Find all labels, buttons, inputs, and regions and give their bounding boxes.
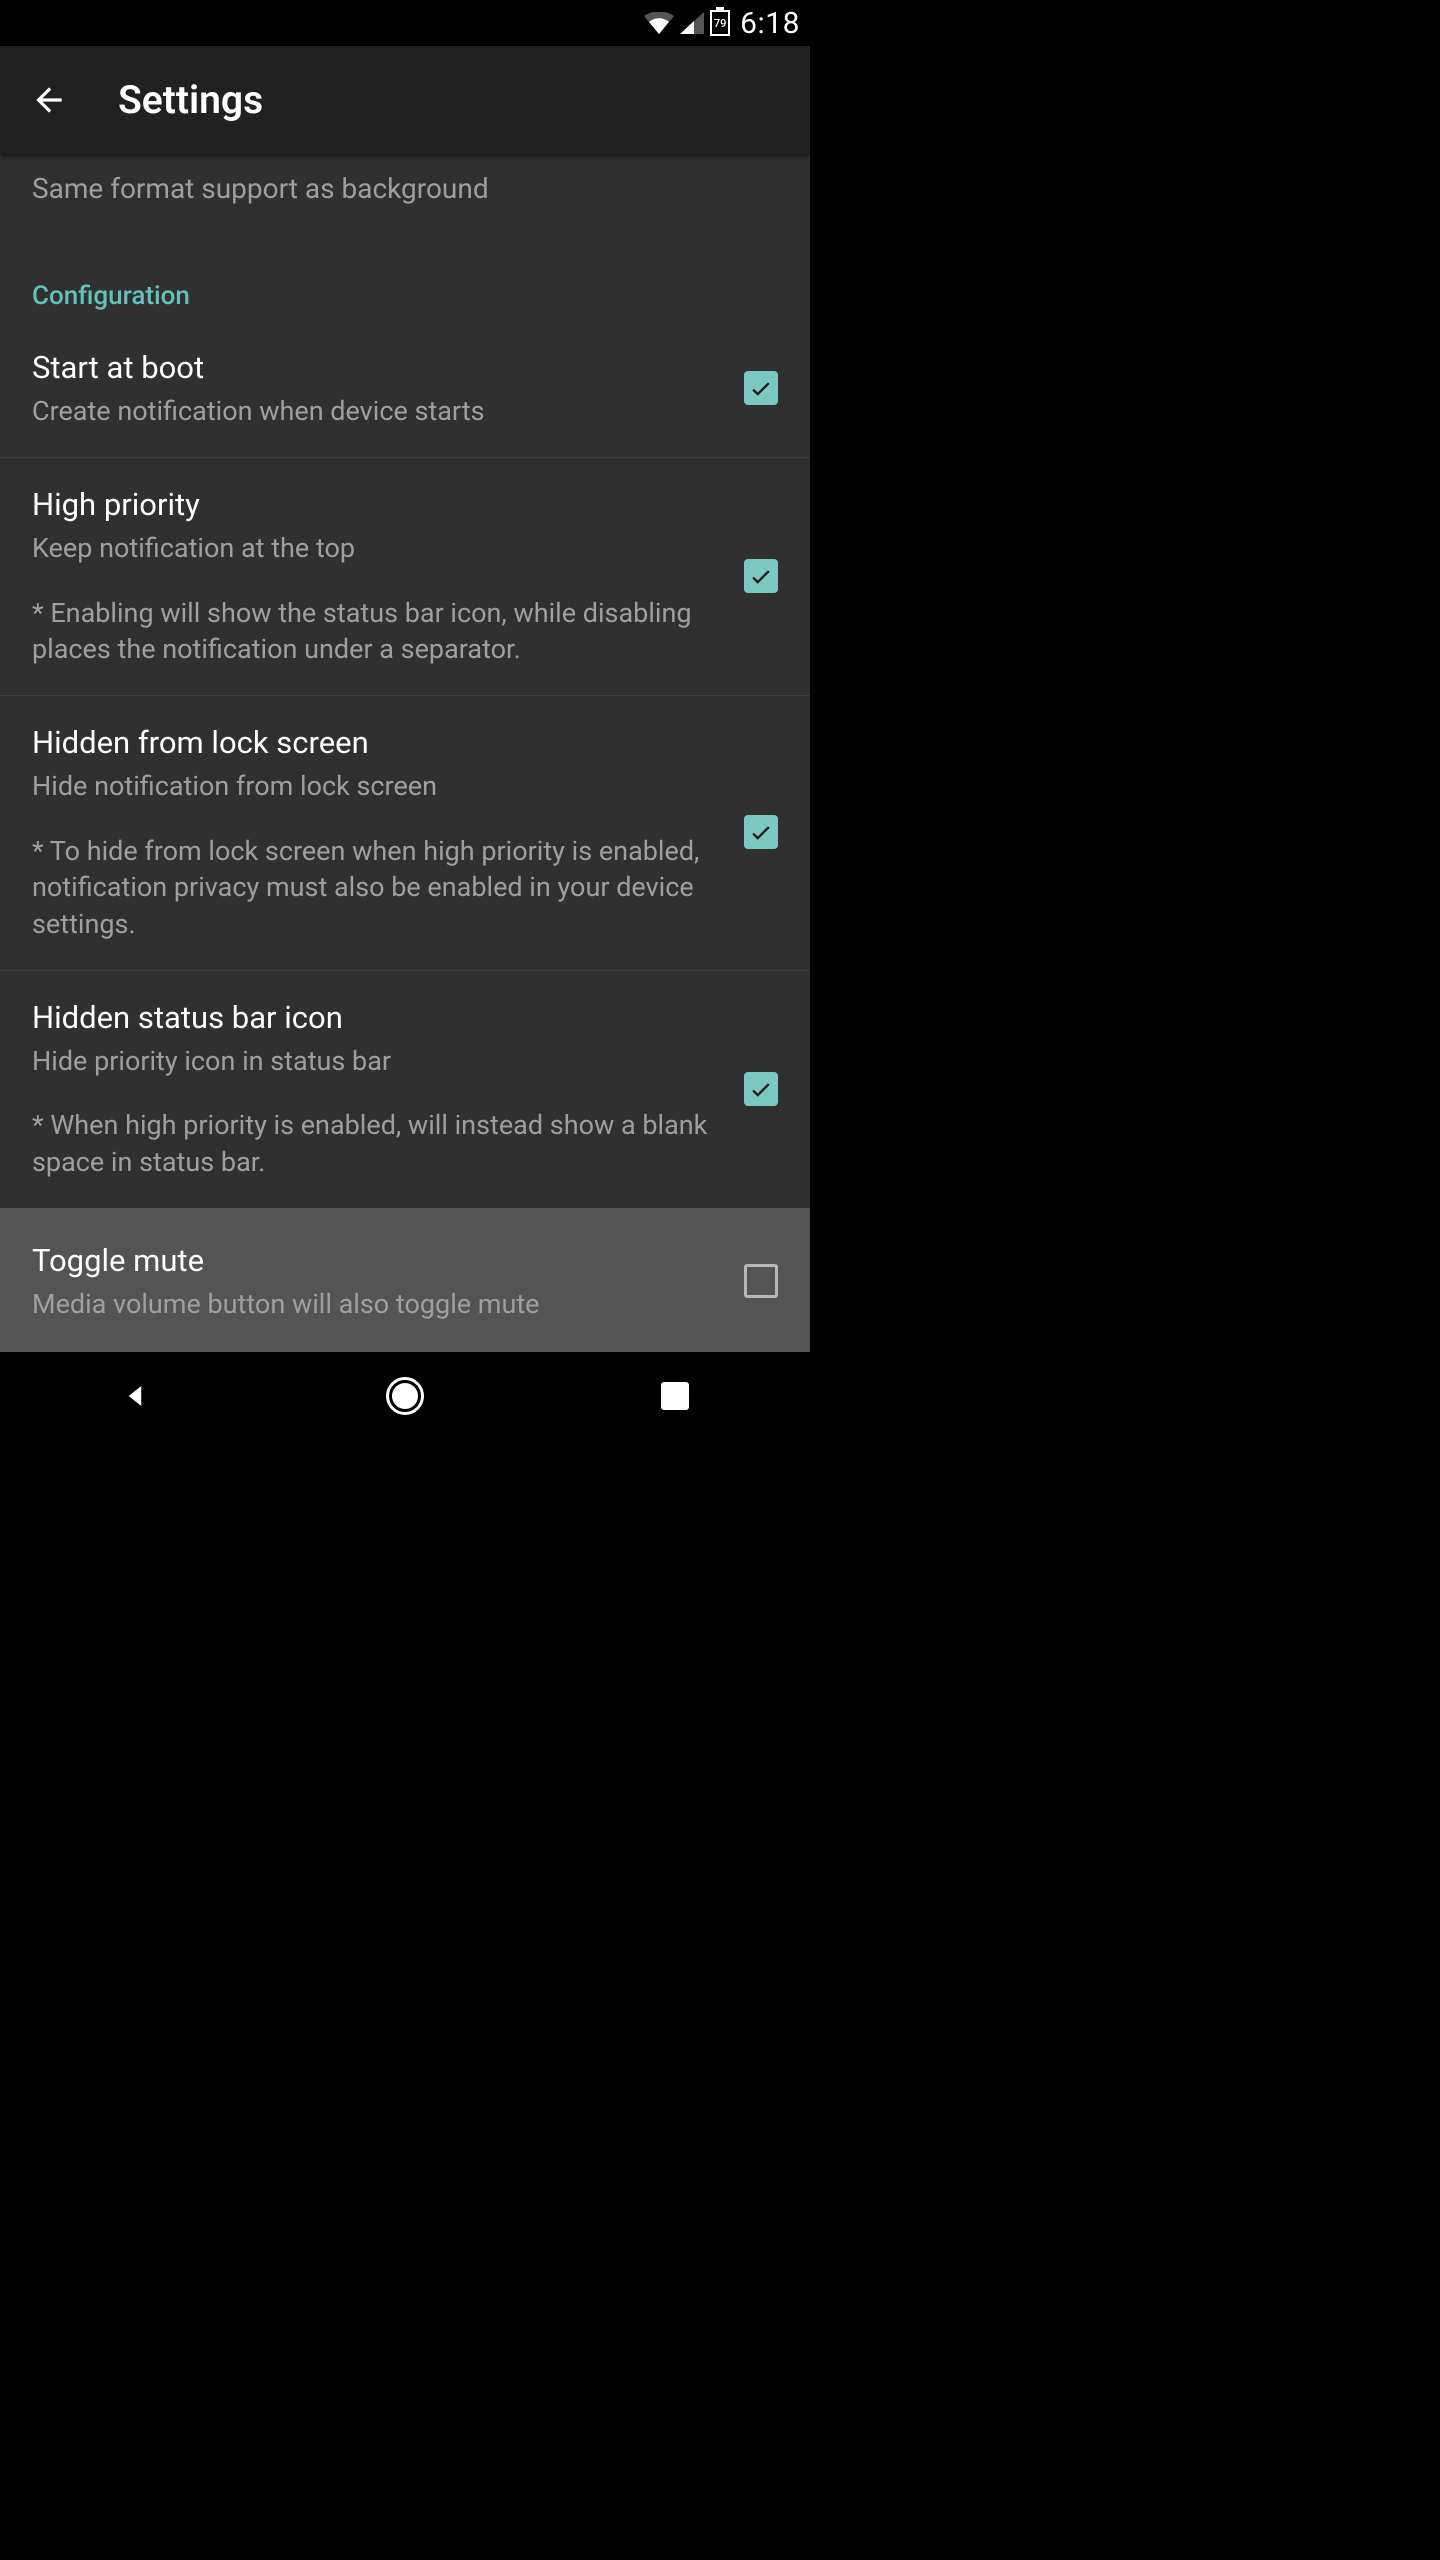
page-title: Settings [118, 77, 263, 123]
previous-item-description: Same format support as background [0, 154, 810, 233]
checkbox[interactable] [744, 815, 778, 849]
checkbox[interactable] [744, 1072, 778, 1106]
setting-note: * When high priority is enabled, will in… [32, 1107, 724, 1180]
cell-signal-icon [680, 12, 704, 34]
setting-text: Hidden from lock screen Hide notificatio… [32, 722, 724, 942]
setting-note: * Enabling will show the status bar icon… [32, 595, 724, 668]
phone-frame: 79 6:18 Settings Same format support as … [0, 0, 810, 1440]
setting-toggle-mute[interactable]: Toggle mute Media volume button will als… [0, 1208, 810, 1352]
status-clock: 6:18 [740, 6, 800, 41]
navigation-bar [0, 1352, 810, 1440]
setting-title: Start at boot [32, 347, 724, 389]
checkbox[interactable] [744, 1264, 778, 1298]
back-button[interactable] [30, 81, 68, 119]
setting-subtitle: Hide notification from lock screen [32, 768, 724, 804]
setting-text: High priority Keep notification at the t… [32, 484, 724, 667]
nav-back-button[interactable] [114, 1375, 156, 1417]
setting-hidden-status-bar-icon[interactable]: Hidden status bar icon Hide priority ico… [0, 971, 810, 1208]
setting-subtitle: Create notification when device starts [32, 393, 724, 429]
setting-title: Toggle mute [32, 1240, 724, 1282]
nav-recents-button[interactable] [654, 1375, 696, 1417]
battery-level: 79 [714, 17, 727, 30]
checkbox[interactable] [744, 559, 778, 593]
wifi-icon [644, 12, 674, 34]
settings-list[interactable]: Same format support as background Config… [0, 154, 810, 1352]
setting-subtitle: Hide priority icon in status bar [32, 1043, 724, 1079]
status-bar: 79 6:18 [0, 0, 810, 46]
setting-text: Start at boot Create notification when d… [32, 347, 724, 429]
setting-title: Hidden status bar icon [32, 997, 724, 1039]
setting-start-at-boot[interactable]: Start at boot Create notification when d… [0, 321, 810, 458]
battery-icon: 79 [710, 10, 730, 36]
setting-note: * To hide from lock screen when high pri… [32, 833, 724, 942]
setting-title: High priority [32, 484, 724, 526]
setting-high-priority[interactable]: High priority Keep notification at the t… [0, 458, 810, 696]
setting-subtitle: Keep notification at the top [32, 530, 724, 566]
setting-subtitle: Media volume button will also toggle mut… [32, 1286, 724, 1322]
nav-home-button[interactable] [384, 1375, 426, 1417]
setting-title: Hidden from lock screen [32, 722, 724, 764]
checkbox[interactable] [744, 371, 778, 405]
setting-text: Toggle mute Media volume button will als… [32, 1240, 724, 1322]
setting-hidden-from-lock-screen[interactable]: Hidden from lock screen Hide notificatio… [0, 696, 810, 971]
setting-text: Hidden status bar icon Hide priority ico… [32, 997, 724, 1180]
app-bar: Settings [0, 46, 810, 154]
section-header-configuration: Configuration [0, 233, 810, 321]
